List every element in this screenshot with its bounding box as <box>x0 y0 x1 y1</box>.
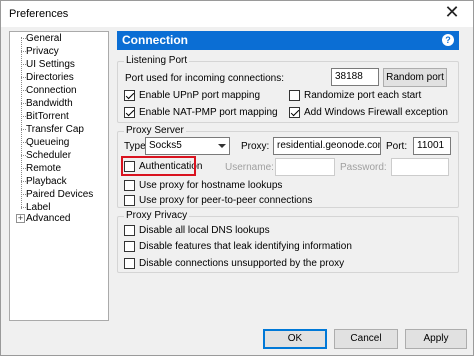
ok-button[interactable]: OK <box>263 329 327 349</box>
upnp-label: Enable UPnP port mapping <box>139 90 261 101</box>
title-bar[interactable]: Preferences ✕ <box>1 1 473 27</box>
checkbox-unchecked-icon[interactable] <box>124 225 135 236</box>
sidebar-item-connection[interactable]: Connection <box>26 84 77 97</box>
proxy-host-field[interactable]: residential.geonode.com <box>273 137 381 155</box>
disable-dns-checkbox[interactable]: Disable all local DNS lookups <box>124 224 270 237</box>
randomize-port-label: Randomize port each start <box>304 90 422 101</box>
checkbox-unchecked-icon[interactable] <box>124 180 135 191</box>
p2p-proxy-label: Use proxy for peer-to-peer connections <box>139 195 313 206</box>
password-field[interactable] <box>391 158 449 176</box>
section-header: Connection ? <box>117 31 459 50</box>
sidebar-item-privacy[interactable]: Privacy <box>26 45 59 58</box>
preferences-window: Preferences ✕ General Privacy UI Setting… <box>0 0 474 356</box>
hostname-lookups-checkbox[interactable]: Use proxy for hostname lookups <box>124 179 282 192</box>
sidebar-item-bandwidth[interactable]: Bandwidth <box>26 97 73 110</box>
authentication-highlight-box <box>121 156 196 176</box>
sidebar-item-paired-devices[interactable]: Paired Devices <box>26 188 93 201</box>
sidebar-item-remote[interactable]: Remote <box>26 162 61 175</box>
section-title: Connection <box>122 33 188 47</box>
proxy-port-label: Port: <box>386 141 408 152</box>
p2p-proxy-checkbox[interactable]: Use proxy for peer-to-peer connections <box>124 194 312 207</box>
checkbox-checked-icon[interactable] <box>124 90 135 101</box>
close-icon[interactable]: ✕ <box>437 2 467 24</box>
sidebar-item-directories[interactable]: Directories <box>26 71 74 84</box>
checkbox-unchecked-icon[interactable] <box>124 258 135 269</box>
sidebar-item-playback[interactable]: Playback <box>26 175 67 188</box>
expand-plus-icon[interactable]: + <box>16 214 25 223</box>
checkbox-unchecked-icon[interactable] <box>289 90 300 101</box>
disable-unsupported-checkbox[interactable]: Disable connections unsupported by the p… <box>124 257 344 270</box>
apply-button[interactable]: Apply <box>405 329 467 349</box>
chevron-down-icon <box>218 144 226 148</box>
sidebar-item-transfer-cap[interactable]: Transfer Cap <box>26 123 84 136</box>
cancel-button[interactable]: Cancel <box>334 329 398 349</box>
category-tree[interactable]: General Privacy UI Settings Directories … <box>9 31 109 321</box>
randomize-port-checkbox[interactable]: Randomize port each start <box>289 89 421 102</box>
proxy-host-label: Proxy: <box>241 141 270 152</box>
sidebar-item-queueing[interactable]: Queueing <box>26 136 69 149</box>
sidebar-item-bittorrent[interactable]: BitTorrent <box>26 110 69 123</box>
help-icon[interactable]: ? <box>442 34 454 46</box>
sidebar-item-general[interactable]: General <box>26 32 62 45</box>
sidebar-item-scheduler[interactable]: Scheduler <box>26 149 71 162</box>
proxy-privacy-legend: Proxy Privacy <box>124 210 190 221</box>
port-label: Port used for incoming connections: <box>125 73 284 84</box>
firewall-checkbox[interactable]: Add Windows Firewall exception <box>289 106 448 119</box>
window-title: Preferences <box>9 8 69 20</box>
checkbox-unchecked-icon[interactable] <box>124 195 135 206</box>
natpmp-checkbox[interactable]: Enable NAT-PMP port mapping <box>124 106 278 119</box>
proxy-type-select[interactable]: Socks5 <box>145 137 230 155</box>
disable-leak-label: Disable features that leak identifying i… <box>139 241 352 252</box>
firewall-label: Add Windows Firewall exception <box>304 107 448 118</box>
listening-port-legend: Listening Port <box>124 55 190 66</box>
proxy-server-legend: Proxy Server <box>124 125 186 136</box>
disable-unsupported-label: Disable connections unsupported by the p… <box>139 258 345 269</box>
sidebar-item-advanced[interactable]: Advanced <box>26 212 70 225</box>
tree-connector <box>21 37 22 209</box>
username-field[interactable] <box>275 158 335 176</box>
proxy-type-value: Socks5 <box>149 140 182 151</box>
hostname-lookups-label: Use proxy for hostname lookups <box>139 180 283 191</box>
incoming-port-field[interactable]: 38188 <box>331 68 379 86</box>
username-label: Username: <box>225 162 274 173</box>
disable-dns-label: Disable all local DNS lookups <box>139 225 270 236</box>
password-label: Password: <box>340 162 387 173</box>
sidebar-item-ui-settings[interactable]: UI Settings <box>26 58 75 71</box>
disable-leak-checkbox[interactable]: Disable features that leak identifying i… <box>124 240 352 253</box>
upnp-checkbox[interactable]: Enable UPnP port mapping <box>124 89 260 102</box>
proxy-port-field[interactable]: 11001 <box>413 137 451 155</box>
checkbox-checked-icon[interactable] <box>124 107 135 118</box>
checkbox-checked-icon[interactable] <box>289 107 300 118</box>
random-port-button[interactable]: Random port <box>383 68 447 87</box>
natpmp-label: Enable NAT-PMP port mapping <box>139 107 278 118</box>
checkbox-unchecked-icon[interactable] <box>124 241 135 252</box>
